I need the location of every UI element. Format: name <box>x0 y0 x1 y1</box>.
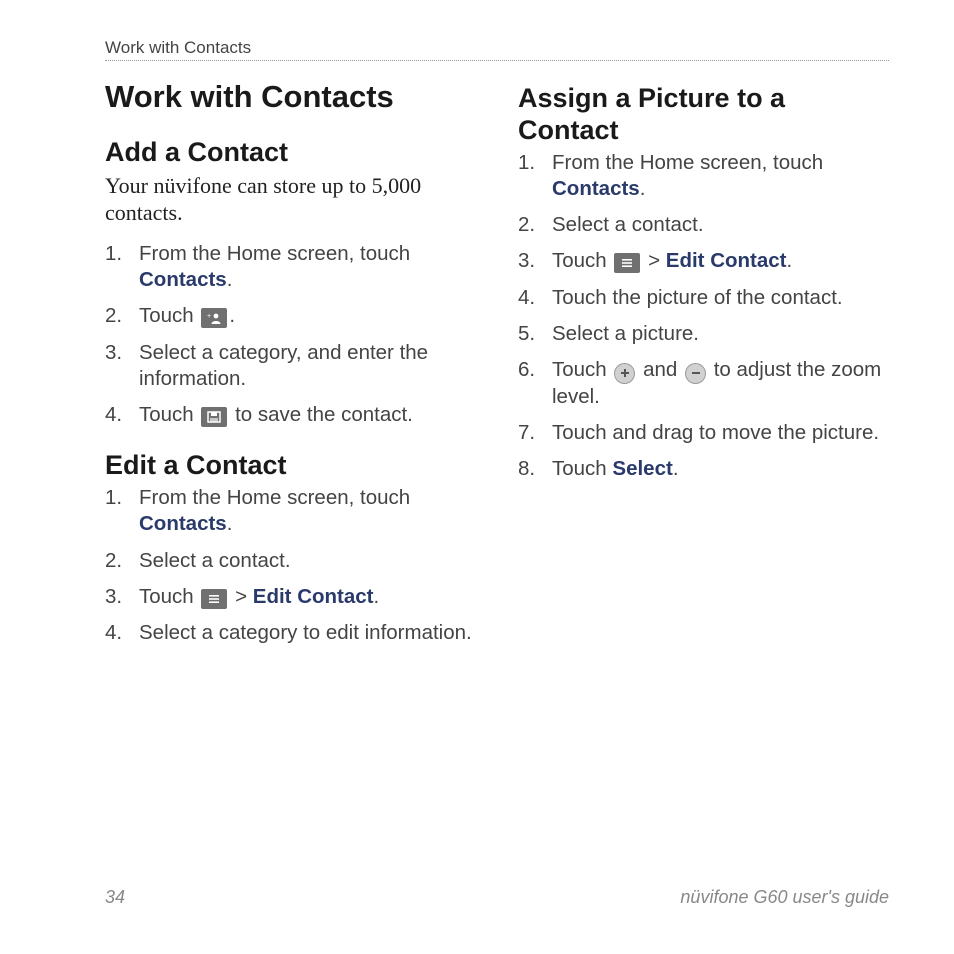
step-text: Touch <box>552 249 612 272</box>
step-text: to save the contact. <box>229 403 412 426</box>
step-text: . <box>227 268 233 291</box>
list-item: Touch and drag to move the picture. <box>518 420 889 446</box>
select-link-text: Select <box>612 457 672 480</box>
list-item: Select a category to edit information. <box>105 620 476 646</box>
step-text: . <box>640 177 646 200</box>
list-item: Select a category, and enter the informa… <box>105 340 476 392</box>
doc-title: nüvifone G60 user's guide <box>680 887 889 908</box>
save-disk-icon <box>201 407 227 427</box>
step-text: . <box>229 304 235 327</box>
step-text: Touch the picture of the contact. <box>552 286 843 309</box>
list-item: Touch > Edit Contact. <box>518 248 889 274</box>
menu-icon <box>614 253 640 273</box>
step-text: Select a contact. <box>552 213 704 236</box>
page-number: 34 <box>105 887 125 908</box>
right-column: Assign a Picture to a Contact From the H… <box>518 79 889 668</box>
add-contact-intro: Your nüvifone can store up to 5,000 cont… <box>105 172 476 227</box>
step-text: . <box>787 249 793 272</box>
svg-text:+: + <box>207 313 211 320</box>
step-text: Touch <box>139 585 199 608</box>
contacts-link-text: Contacts <box>139 268 227 291</box>
list-item: Select a picture. <box>518 321 889 347</box>
zoom-out-icon <box>685 363 706 384</box>
list-item: From the Home screen, touch Contacts. <box>105 241 476 293</box>
edit-contact-link-text: Edit Contact <box>666 249 787 272</box>
step-text: Touch <box>139 403 199 426</box>
list-item: Touch to save the contact. <box>105 402 476 428</box>
step-text: Select a picture. <box>552 322 699 345</box>
list-item: Select a contact. <box>105 548 476 574</box>
step-text: . <box>374 585 380 608</box>
assign-picture-title: Assign a Picture to a Contact <box>518 83 889 147</box>
step-text: Select a contact. <box>139 549 291 572</box>
list-item: Touch the picture of the contact. <box>518 285 889 311</box>
step-text: . <box>673 457 679 480</box>
list-item: Touch Select. <box>518 456 889 482</box>
list-item: Touch +. <box>105 303 476 329</box>
step-text: Touch <box>552 358 612 381</box>
add-contact-steps: From the Home screen, touch Contacts. To… <box>105 241 476 428</box>
menu-icon <box>201 589 227 609</box>
edit-contact-steps: From the Home screen, touch Contacts. Se… <box>105 485 476 646</box>
contacts-link-text: Contacts <box>139 512 227 535</box>
assign-picture-steps: From the Home screen, touch Contacts. Se… <box>518 150 889 483</box>
list-item: From the Home screen, touch Contacts. <box>518 150 889 202</box>
page-content: Work with Contacts Work with Contacts Ad… <box>0 0 954 718</box>
step-text: Select a category, and enter the informa… <box>139 341 428 390</box>
step-text: From the Home screen, touch <box>139 242 410 265</box>
page-header: Work with Contacts <box>105 38 889 61</box>
step-text: Touch and drag to move the picture. <box>552 421 879 444</box>
list-item: Select a contact. <box>518 212 889 238</box>
add-contact-title: Add a Contact <box>105 137 476 169</box>
list-item: From the Home screen, touch Contacts. <box>105 485 476 537</box>
step-text: Touch <box>552 457 612 480</box>
contacts-link-text: Contacts <box>552 177 640 200</box>
edit-contact-link-text: Edit Contact <box>253 585 374 608</box>
left-column: Work with Contacts Add a Contact Your nü… <box>105 79 476 668</box>
zoom-in-icon <box>614 363 635 384</box>
step-text: From the Home screen, touch <box>552 151 823 174</box>
add-contact-icon: + <box>201 308 227 328</box>
content-columns: Work with Contacts Add a Contact Your nü… <box>105 79 889 668</box>
step-text: Touch <box>139 304 199 327</box>
step-text: From the Home screen, touch <box>139 486 410 509</box>
step-text: . <box>227 512 233 535</box>
step-text: Select a category to edit information. <box>139 621 472 644</box>
step-text: and <box>637 358 683 381</box>
page-footer: 34 nüvifone G60 user's guide <box>105 887 889 908</box>
list-item: Touch > Edit Contact. <box>105 584 476 610</box>
chapter-title: Work with Contacts <box>105 79 476 115</box>
step-text: > <box>642 249 665 272</box>
edit-contact-title: Edit a Contact <box>105 450 476 482</box>
header-section-label: Work with Contacts <box>105 38 251 57</box>
list-item: Touch and to adjust the zoom level. <box>518 357 889 410</box>
step-text: > <box>229 585 252 608</box>
